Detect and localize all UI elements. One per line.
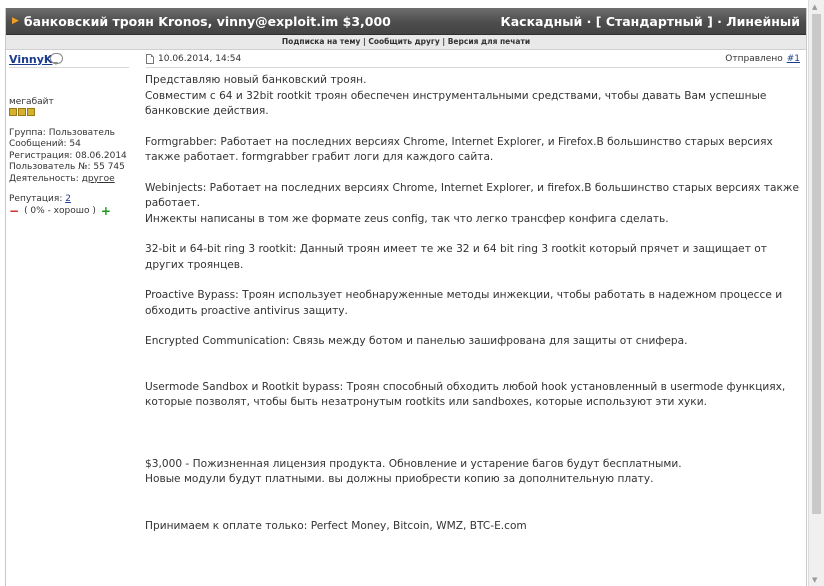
rank-stars xyxy=(9,108,35,116)
reputation-label: Репутация: xyxy=(9,194,66,204)
post-line: Formgrabber: Работает на последних верси… xyxy=(145,135,773,164)
mode-cascade[interactable]: Каскадный xyxy=(501,14,583,29)
tell-friend-link[interactable]: Сообщить другу xyxy=(368,37,439,46)
post-line: Принимаем к оплате только: Perfect Money… xyxy=(145,519,527,532)
activity-label: Деятельность: xyxy=(9,173,82,184)
vertical-scrollbar[interactable]: ▲ ▼ xyxy=(808,0,824,586)
speech-bubble-icon[interactable] xyxy=(50,53,63,65)
author-registration: Регистрация: 08.06.2014 xyxy=(9,150,127,161)
post-line: Совместим с 64 и 32bit rootkit троян обе… xyxy=(145,89,767,118)
reputation-controls: − ( 0% - хорошо ) + xyxy=(9,205,111,217)
thread-options-bar: Подписка на тему | Сообщить другу | Верс… xyxy=(6,35,806,50)
star-icon xyxy=(18,108,26,116)
post-line: Инжекты написаны в том же формате zeus c… xyxy=(145,212,669,225)
mode-separator: ] · xyxy=(702,13,727,29)
reputation-detail: ( 0% - хорошо ) xyxy=(24,206,96,216)
mode-separator: · [ xyxy=(582,13,606,29)
star-icon xyxy=(9,108,17,116)
thread-title: банковский троян Kronos, vinny@exploit.i… xyxy=(23,13,391,29)
author-user-number: Пользователь №: 55 745 xyxy=(9,162,125,173)
subscribe-link[interactable]: Подписка на тему xyxy=(282,37,360,46)
activity-link[interactable]: другое xyxy=(82,174,115,184)
post-body: Представляю новый банковский троян. Совм… xyxy=(145,73,799,534)
post-meta: 10.06.2014, 14:54 Отправлено #1 xyxy=(146,50,800,67)
reputation: Репутация: 2 xyxy=(9,194,71,204)
forum-post-frame: ▶ банковский троян Kronos, vinny@exploit… xyxy=(5,8,807,586)
print-version-link[interactable]: Версия для печати xyxy=(448,37,530,46)
author-username[interactable]: VinnyK xyxy=(9,53,52,66)
author-activity: Деятельность: другое xyxy=(9,174,127,185)
mode-standard[interactable]: Стандартный xyxy=(606,14,703,29)
view-mode-switcher: Каскадный · [ Стандартный ] · Линейный xyxy=(501,14,800,29)
post-line: Proactive Bypass: Троян использует необн… xyxy=(145,289,783,317)
post-date: 10.06.2014, 14:54 xyxy=(158,53,242,64)
post-line: Новые модули будут платными. вы должны п… xyxy=(145,473,654,485)
rep-plus-button[interactable]: + xyxy=(101,205,111,217)
post-line: Webinjects: Работает на последних версия… xyxy=(145,181,799,210)
rep-minus-button[interactable]: − xyxy=(9,205,19,217)
author-info: Группа: Пользователь Сообщений: 54 Регис… xyxy=(9,128,127,185)
document-icon xyxy=(146,53,154,64)
post-line: 32-bit и 64-bit ring 3 rootkit: Данный т… xyxy=(145,243,767,271)
post-line: Encrypted Communication: Связь между бот… xyxy=(145,335,688,347)
mode-linear[interactable]: Линейный xyxy=(726,14,800,29)
post-line: Представляю новый банковский троян. xyxy=(145,74,367,86)
star-icon xyxy=(27,108,35,116)
arrow-icon: ▶ xyxy=(12,16,19,26)
author-post-count: Сообщений: 54 xyxy=(9,139,81,150)
thread-title-bar: ▶ банковский троян Kronos, vinny@exploit… xyxy=(6,8,806,35)
author-rank: мегабайт xyxy=(9,97,54,107)
scroll-down-icon[interactable]: ▼ xyxy=(812,576,817,584)
options-separator: | xyxy=(439,37,448,46)
reputation-link[interactable]: 2 xyxy=(65,194,71,204)
post-line: Usermode Sandbox и Rootkit bypass: Троян… xyxy=(145,380,786,409)
author-separator xyxy=(9,67,129,68)
post-line: $3,000 - Пожизненная лицензия продукта. … xyxy=(145,457,682,470)
author-group: Группа: Пользователь xyxy=(9,128,115,138)
post-number-link[interactable]: #1 xyxy=(787,54,800,64)
post-meta-separator xyxy=(146,67,800,68)
scroll-up-icon[interactable]: ▲ xyxy=(812,3,817,11)
sent-label: Отправлено xyxy=(725,53,783,64)
scrollbar-thumb[interactable] xyxy=(812,14,821,514)
